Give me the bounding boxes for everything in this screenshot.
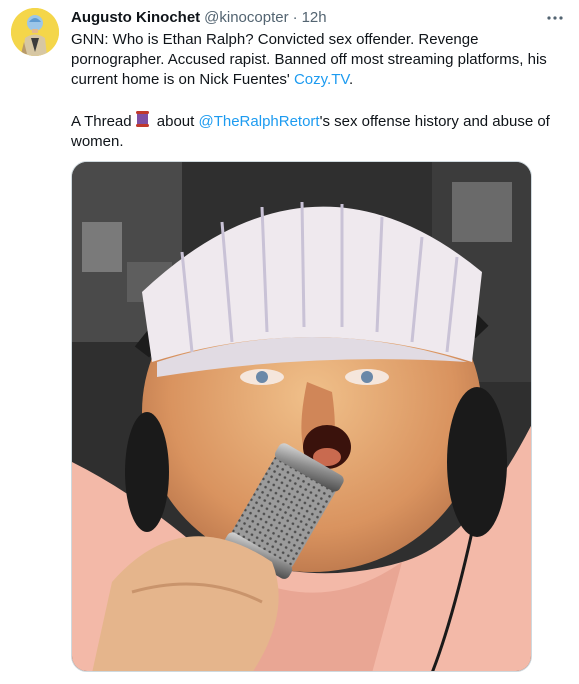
tweet-paragraph-2: A Thread about @TheRalphRetort's sex off…	[71, 110, 571, 152]
tweet[interactable]: Augusto Kinochet @kinocopter · 12h GNN: …	[0, 0, 579, 684]
author-avatar[interactable]	[11, 8, 59, 56]
tweet-paragraph-1: GNN: Who is Ethan Ralph? Convicted sex o…	[71, 30, 571, 90]
avatar-icon	[11, 8, 59, 56]
tweet-timestamp[interactable]: 12h	[302, 8, 327, 28]
tweet-text-part: .	[349, 71, 354, 88]
cozy-tv-link[interactable]: Cozy.TV	[294, 71, 349, 88]
tweet-text-part: A Thread	[71, 113, 132, 130]
tweet-text-part: about	[152, 113, 199, 130]
photo-image	[72, 162, 531, 671]
tweet-media-photo[interactable]	[71, 161, 532, 672]
more-options-button[interactable]	[545, 8, 565, 28]
author-display-name[interactable]: Augusto Kinochet	[71, 8, 200, 28]
mention-link[interactable]: @TheRalphRetort	[198, 113, 319, 130]
author-handle[interactable]: @kinocopter	[204, 8, 288, 28]
tweet-header: Augusto Kinochet @kinocopter · 12h	[71, 8, 565, 28]
header-separator: ·	[292, 9, 298, 26]
scroll-icon	[133, 110, 152, 129]
more-options-icon	[547, 16, 563, 20]
tweet-text: GNN: Who is Ethan Ralph? Convicted sex o…	[71, 30, 571, 152]
